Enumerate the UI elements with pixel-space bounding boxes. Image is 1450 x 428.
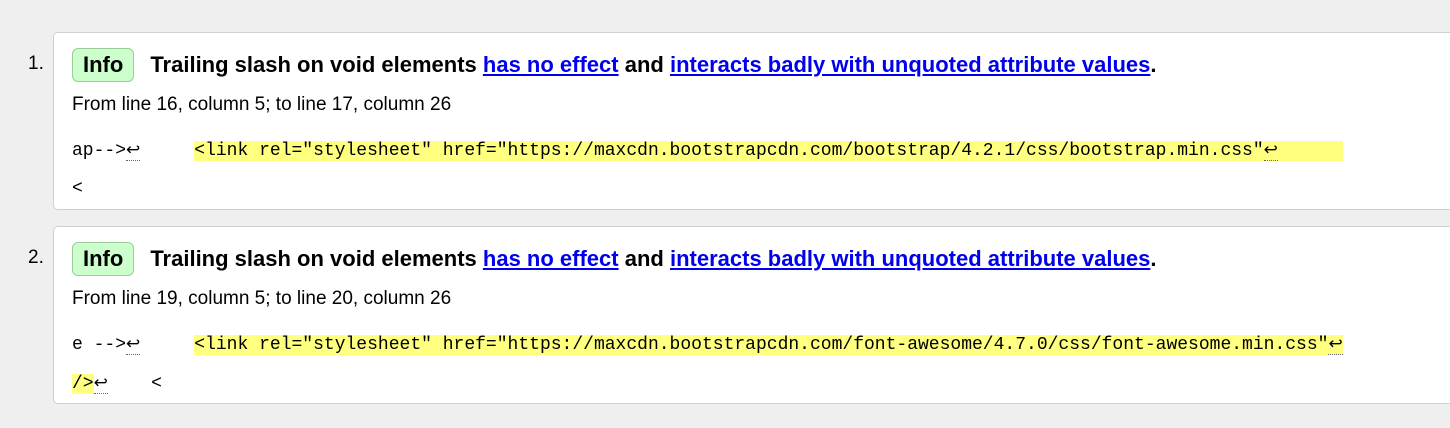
extract-line2-rest: < (151, 374, 162, 394)
message-card: Info Trailing slash on void elements has… (53, 226, 1450, 404)
extract-line2-highlight: /> (72, 374, 94, 394)
message-text: Trailing slash on void elements (150, 52, 477, 77)
info-badge: Info (72, 242, 135, 276)
info-badge: Info (72, 48, 135, 82)
line-break-icon: ↩ (93, 373, 108, 394)
extract-start: e --> (72, 335, 127, 355)
extract-line2: < (72, 179, 83, 199)
line-break-icon: ↩ (126, 334, 141, 355)
message-number: 1. (28, 53, 44, 74)
extract-start: ap--> (72, 141, 127, 161)
line-break-icon: ↩ (1328, 334, 1343, 355)
line-break-icon: ↩ (1263, 140, 1278, 161)
message-text-and: and (624, 246, 664, 271)
messages-list: 1. Info Trailing slash on void elements … (0, 0, 1450, 428)
message-text-end: . (1150, 246, 1157, 271)
message-text: Trailing slash on void elements (150, 246, 477, 271)
message-location: From line 19, column 5; to line 20, colu… (72, 288, 452, 309)
message-location: From line 16, column 5; to line 17, colu… (72, 94, 452, 115)
unquoted-attribute-link[interactable]: interacts badly with unquoted attribute … (670, 52, 1150, 78)
message-headline: Info Trailing slash on void elements has… (72, 242, 1157, 276)
has-no-effect-link[interactable]: has no effect (483, 52, 619, 78)
message-text-end: . (1150, 52, 1157, 77)
message-text-and: and (624, 52, 664, 77)
message-number: 2. (28, 247, 44, 268)
has-no-effect-link[interactable]: has no effect (483, 246, 619, 272)
message-headline: Info Trailing slash on void elements has… (72, 48, 1157, 82)
message-card: Info Trailing slash on void elements has… (53, 32, 1450, 210)
extract-highlight: <link rel="stylesheet" href="https://max… (194, 140, 1343, 161)
unquoted-attribute-link[interactable]: interacts badly with unquoted attribute … (670, 246, 1150, 272)
code-extract: ap-->↩ <link rel="stylesheet" href="http… (72, 131, 1450, 208)
code-extract: e -->↩ <link rel="stylesheet" href="http… (72, 325, 1450, 403)
line-break-icon: ↩ (126, 140, 141, 161)
extract-highlight: <link rel="stylesheet" href="https://max… (194, 334, 1343, 355)
